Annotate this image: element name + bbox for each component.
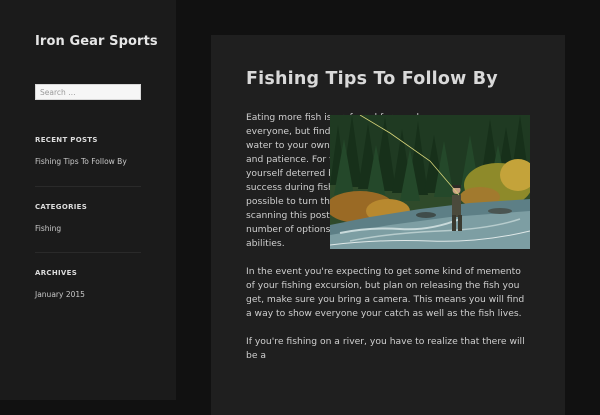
fly-fishing-photo [330,115,530,249]
post-paragraph-2: In the event you're expecting to get som… [246,266,525,319]
archive-link-january-2015[interactable]: January 2015 [35,290,85,299]
site-title[interactable]: Iron Gear Sports [35,34,158,49]
post-title[interactable]: Fishing Tips To Follow By [246,69,498,89]
recent-posts-heading: RECENT POSTS [35,136,98,144]
widget-divider [35,252,141,253]
sidebar: Iron Gear Sports RECENT POSTS Fishing Ti… [0,0,176,400]
widget-divider [35,186,141,187]
recent-post-link[interactable]: Fishing Tips To Follow By [35,157,127,166]
category-link-fishing[interactable]: Fishing [35,224,61,233]
archives-heading: ARCHIVES [35,269,78,277]
post-paragraph-3: If you're fishing on a river, you have t… [246,336,525,361]
categories-heading: CATEGORIES [35,203,88,211]
search-input[interactable] [35,84,141,100]
